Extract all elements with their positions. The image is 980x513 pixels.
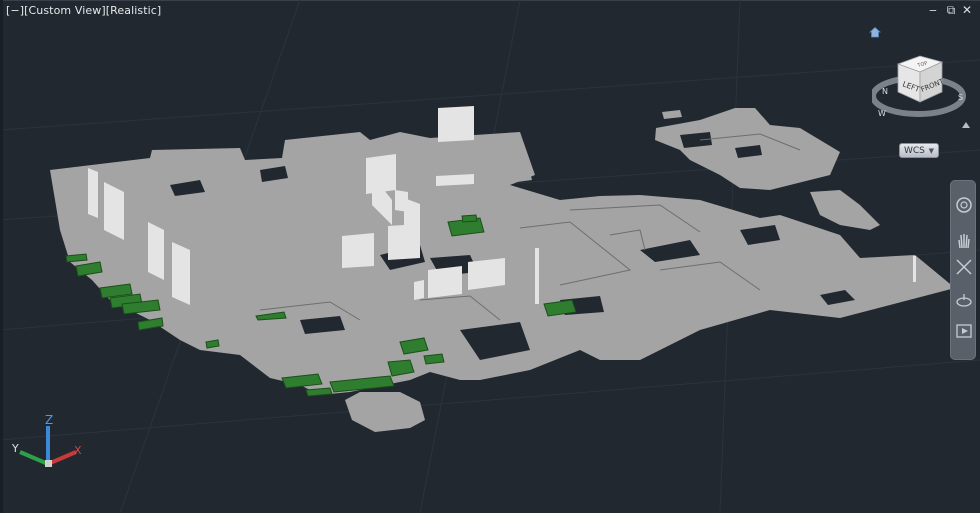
home-icon[interactable] bbox=[868, 24, 882, 38]
ucs-icon[interactable]: Z Y X bbox=[8, 412, 98, 482]
chevron-down-icon: ▼ bbox=[928, 147, 934, 155]
ucs-x-label: X bbox=[74, 444, 82, 457]
viewcube-menu-arrow bbox=[962, 122, 970, 128]
floor-slab-east-annex bbox=[810, 190, 880, 230]
drawing-viewport[interactable]: [−][Custom View][Realistic] ‒ ⧉ ✕ TOP LE… bbox=[0, 0, 980, 513]
navigation-bar[interactable] bbox=[950, 180, 976, 360]
compass-west-label: W bbox=[878, 109, 886, 118]
3d-model-render bbox=[0, 0, 980, 513]
floor-slab-south-room bbox=[345, 392, 425, 432]
viewport-controls-label[interactable]: [−][Custom View][Realistic] bbox=[6, 4, 161, 17]
showmotion-icon[interactable] bbox=[954, 321, 974, 341]
zoom-extents-icon[interactable] bbox=[954, 257, 974, 277]
restore-button[interactable]: ⧉ bbox=[944, 3, 958, 17]
compass-north-label: N bbox=[882, 87, 888, 96]
floor-slab-small-3 bbox=[662, 110, 682, 119]
ucs-y-label: Y bbox=[11, 442, 19, 455]
compass-south-label: S bbox=[958, 93, 963, 102]
minimize-button[interactable]: ‒ bbox=[926, 3, 940, 17]
wcs-label: WCS bbox=[904, 146, 925, 156]
wcs-dropdown[interactable]: WCS ▼ bbox=[899, 143, 939, 158]
close-button[interactable]: ✕ bbox=[960, 3, 974, 17]
ucs-z-label: Z bbox=[45, 413, 53, 427]
orbit-icon[interactable] bbox=[954, 291, 974, 311]
viewcube[interactable]: TOP LEFT FRONT S W N bbox=[870, 52, 972, 132]
pan-hand-icon[interactable] bbox=[954, 231, 974, 251]
steering-wheel-icon[interactable] bbox=[954, 195, 974, 215]
viewport-left-border bbox=[0, 0, 3, 513]
